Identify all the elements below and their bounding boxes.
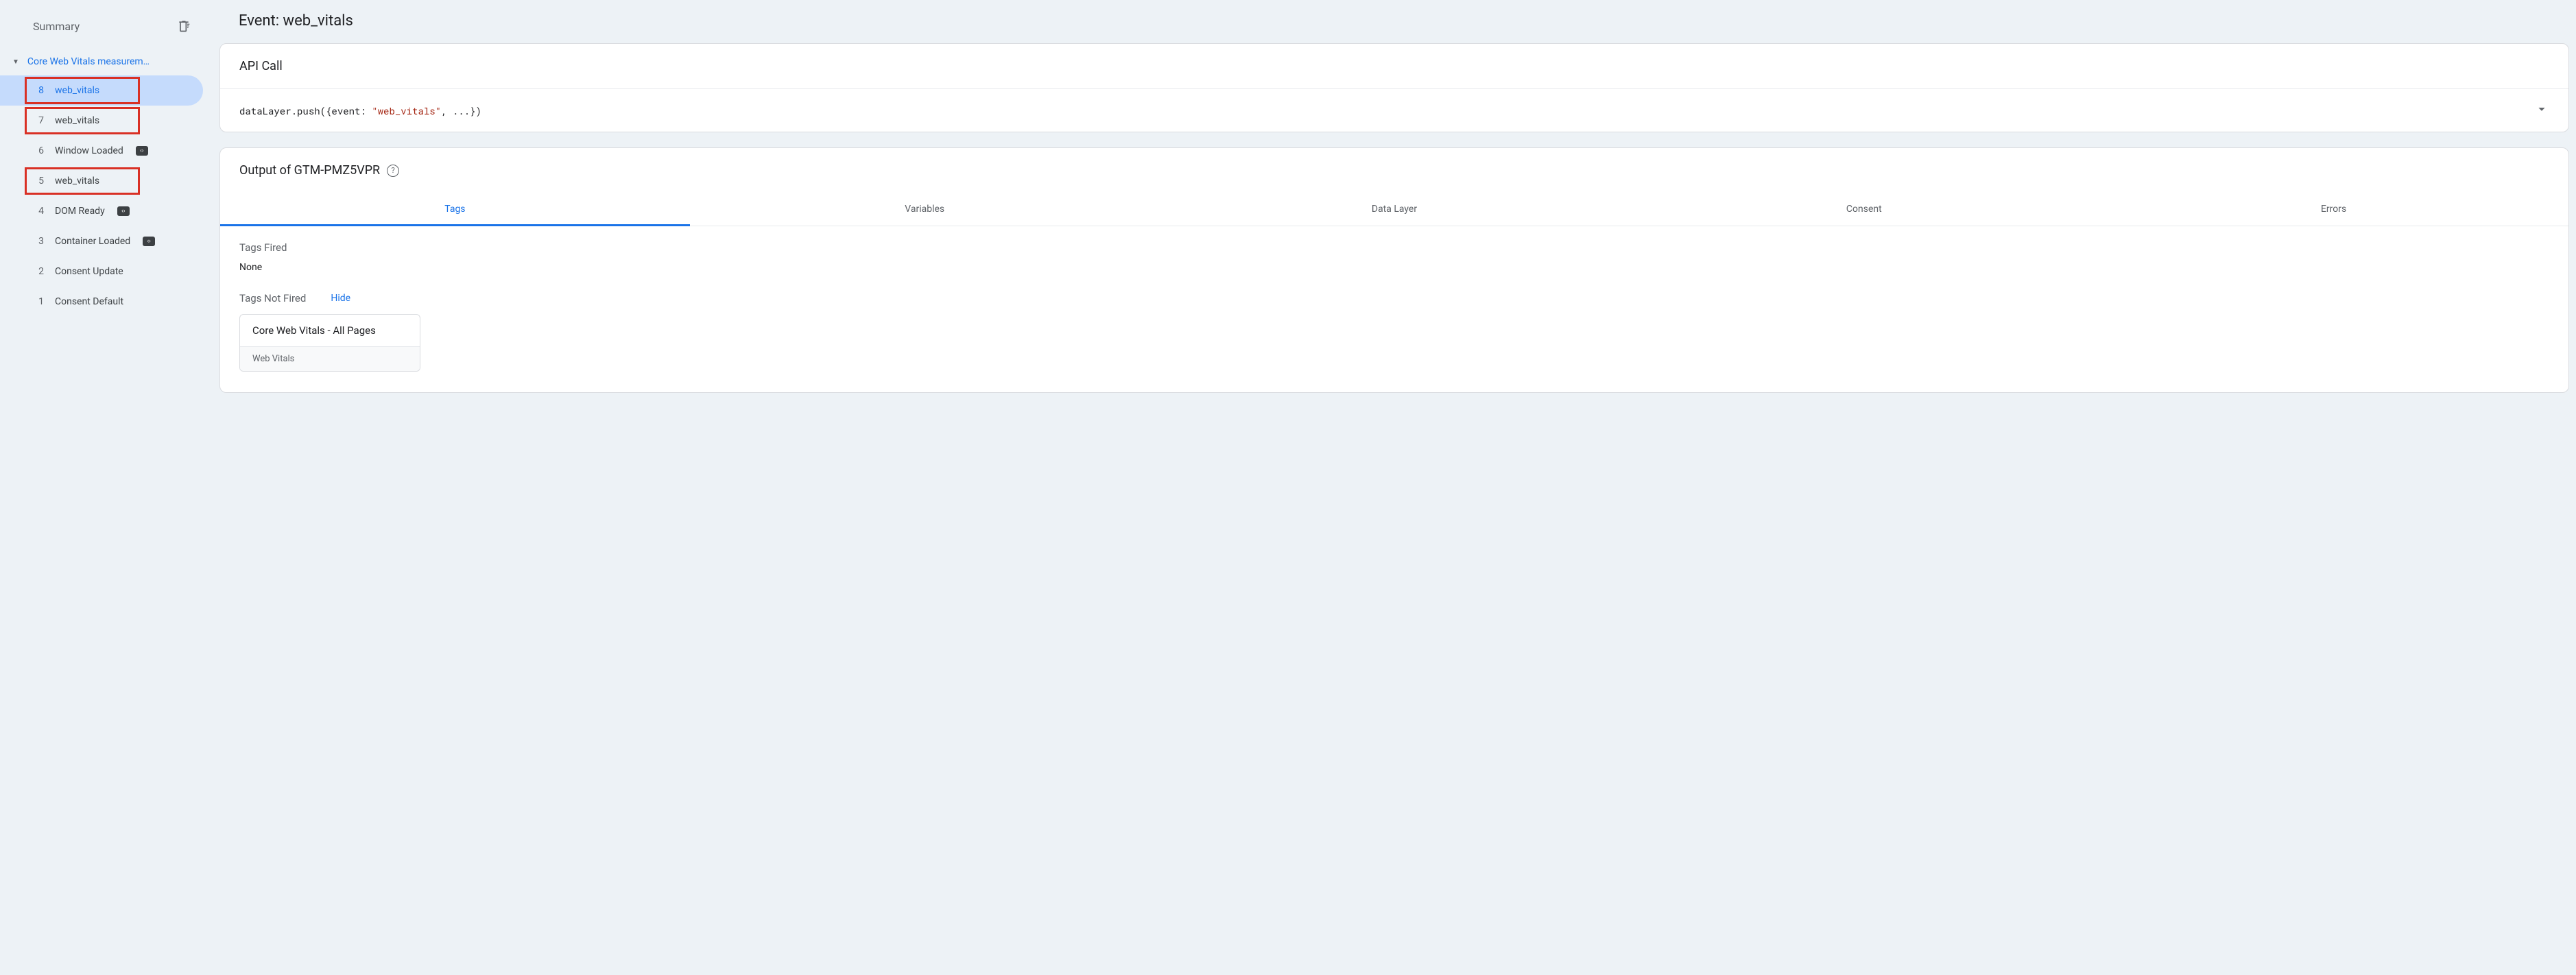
event-item[interactable]: 1 Consent Default xyxy=(0,287,203,317)
event-label: Consent Update xyxy=(55,266,123,277)
event-item[interactable]: 8 web_vitals xyxy=(0,75,203,106)
event-item[interactable]: 7 web_vitals xyxy=(0,106,203,136)
clear-all-icon[interactable] xyxy=(177,19,191,33)
event-item[interactable]: 5 web_vitals xyxy=(0,166,203,196)
event-label: web_vitals xyxy=(55,176,99,186)
code-badge-icon: ‹› xyxy=(136,146,148,156)
code-badge-icon: ‹› xyxy=(117,206,130,216)
tree-group-header[interactable]: ▼ Core Web Vitals measurem… xyxy=(0,48,206,75)
tab-consent[interactable]: Consent xyxy=(1629,193,2099,226)
chevron-down-icon[interactable] xyxy=(2534,101,2549,119)
event-list: 8 web_vitals 7 web_vitals 6 Window Loaded ‹› 5 w… xyxy=(0,75,206,317)
help-icon[interactable]: ? xyxy=(387,165,399,177)
event-number: 3 xyxy=(34,236,44,247)
event-number: 2 xyxy=(34,266,44,277)
event-label: web_vitals xyxy=(55,115,99,126)
api-call-body[interactable]: dataLayer.push({event: "web_vitals", ...… xyxy=(220,89,2568,132)
tab-variables[interactable]: Variables xyxy=(690,193,1160,226)
hide-link[interactable]: Hide xyxy=(331,293,350,304)
event-label: Window Loaded xyxy=(55,145,123,156)
tab-tags[interactable]: Tags xyxy=(220,193,690,226)
tags-fired-value: None xyxy=(239,262,2549,273)
page-title: Event: web_vitals xyxy=(239,12,2569,29)
sidebar: Summary ▼ Core Web Vitals measurem… 8 web… xyxy=(0,0,206,975)
output-header-text: Output of GTM-PMZ5VPR xyxy=(239,163,380,178)
tags-not-fired-row: Tags Not Fired Hide xyxy=(239,292,2549,304)
output-header: Output of GTM-PMZ5VPR ? xyxy=(220,148,2568,193)
event-number: 5 xyxy=(34,176,44,186)
tags-fired-label: Tags Fired xyxy=(239,241,2549,254)
event-number: 8 xyxy=(34,85,44,96)
output-tabs: TagsVariablesData LayerConsentErrors xyxy=(220,193,2568,226)
output-body: Tags Fired None Tags Not Fired Hide Core… xyxy=(220,226,2568,392)
event-label: DOM Ready xyxy=(55,206,105,217)
event-item[interactable]: 2 Consent Update xyxy=(0,256,203,287)
tag-card-subtitle: Web Vitals xyxy=(240,347,420,371)
tags-not-fired-label: Tags Not Fired xyxy=(239,292,306,304)
tab-data-layer[interactable]: Data Layer xyxy=(1160,193,1630,226)
event-item[interactable]: 3 Container Loaded ‹› xyxy=(0,226,203,256)
event-number: 1 xyxy=(34,296,44,307)
code-badge-icon: ‹› xyxy=(143,237,155,246)
api-call-header: API Call xyxy=(220,44,2568,89)
event-number: 7 xyxy=(34,115,44,126)
event-item[interactable]: 6 Window Loaded ‹› xyxy=(0,136,203,166)
sidebar-header: Summary xyxy=(0,19,206,48)
event-number: 4 xyxy=(34,206,44,217)
tag-card-title: Core Web Vitals - All Pages xyxy=(240,315,420,347)
main: Event: web_vitals API Call dataLayer.pus… xyxy=(206,0,2576,975)
tab-errors[interactable]: Errors xyxy=(2099,193,2568,226)
sidebar-title: Summary xyxy=(33,20,80,33)
event-label: web_vitals xyxy=(55,85,99,96)
event-item[interactable]: 4 DOM Ready ‹› xyxy=(0,196,203,226)
event-number: 6 xyxy=(34,145,44,156)
api-call-code: dataLayer.push({event: "web_vitals", ...… xyxy=(239,104,481,117)
event-label: Consent Default xyxy=(55,296,123,307)
tag-card[interactable]: Core Web Vitals - All Pages Web Vitals xyxy=(239,314,420,372)
caret-down-icon: ▼ xyxy=(12,58,19,66)
event-label: Container Loaded xyxy=(55,236,130,247)
group-title: Core Web Vitals measurem… xyxy=(27,56,193,67)
api-call-card: API Call dataLayer.push({event: "web_vit… xyxy=(219,43,2569,132)
output-card: Output of GTM-PMZ5VPR ? TagsVariablesDat… xyxy=(219,147,2569,393)
